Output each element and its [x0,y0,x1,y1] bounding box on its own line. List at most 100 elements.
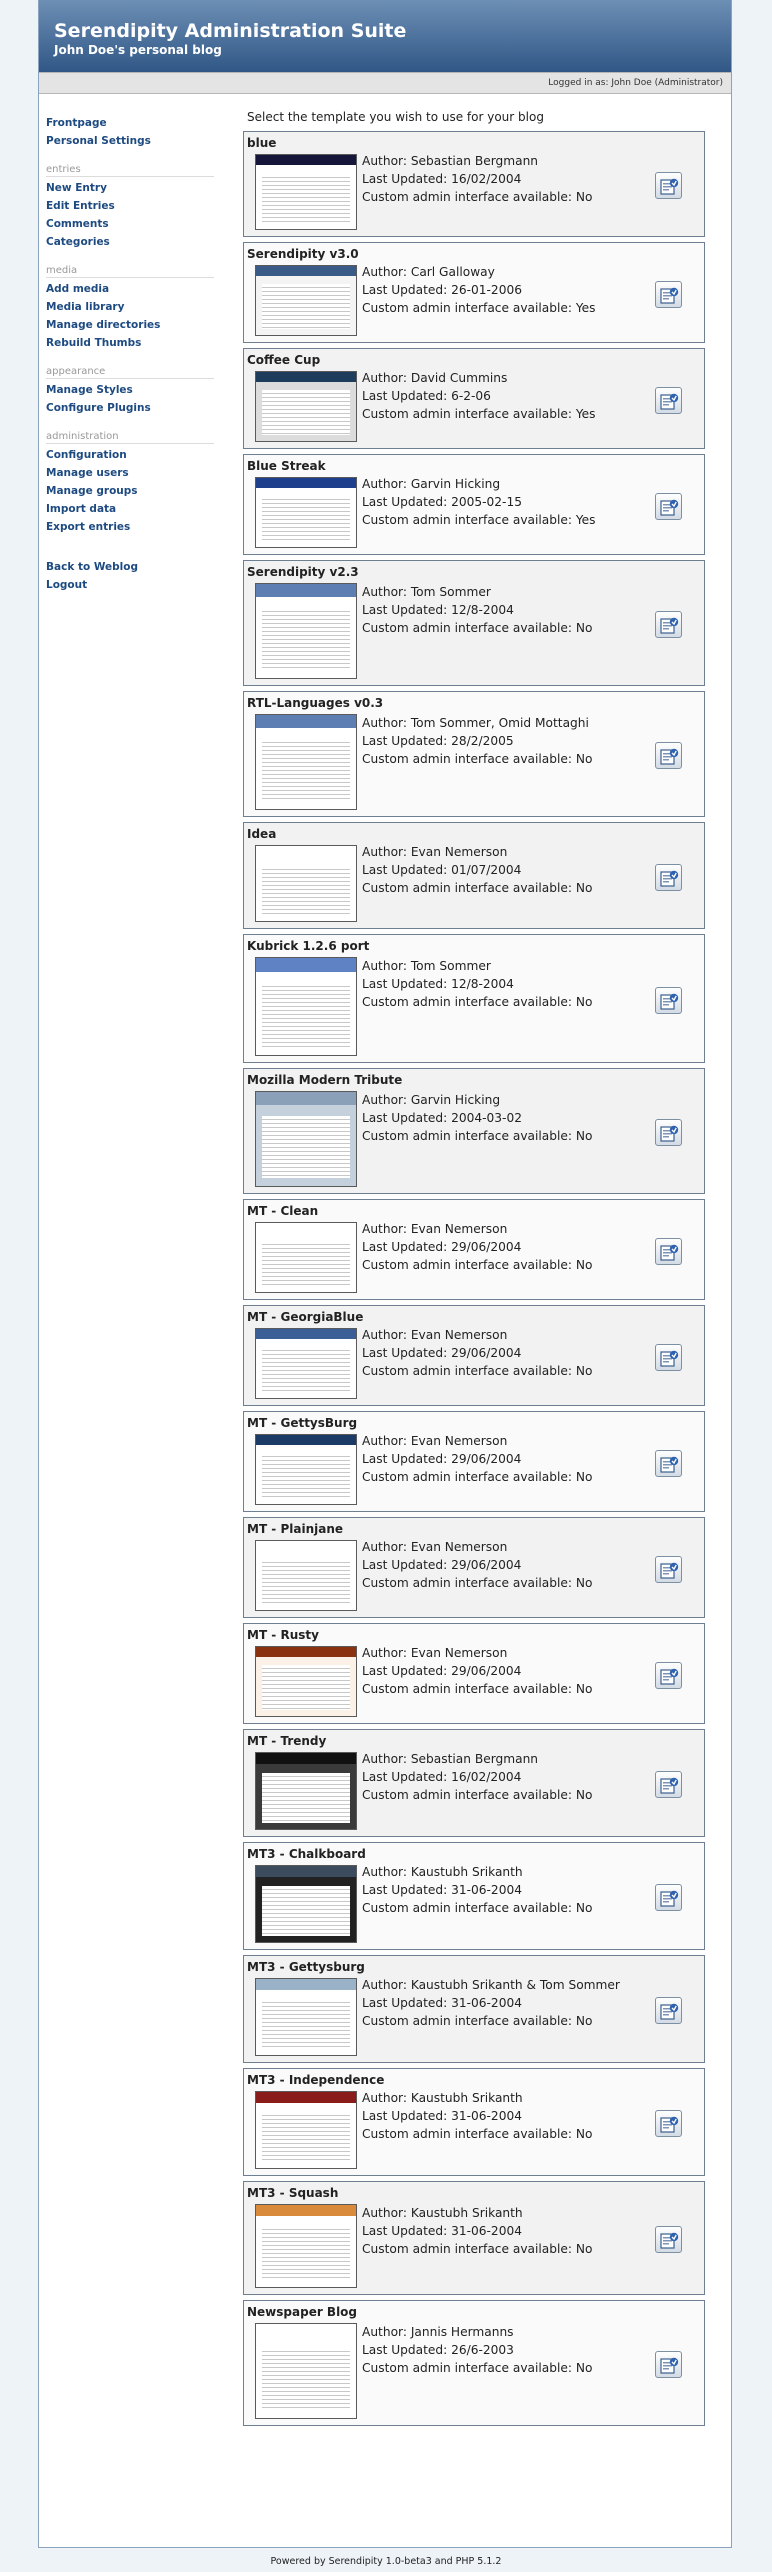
sidebar-item-manage-users[interactable]: Manage users [46,464,214,482]
template-info: Author: Carl Galloway Last Updated: 26-01… [362,263,596,317]
template-updated-line: Last Updated: 12/8-2004 [362,601,592,619]
template-name: MT3 - Independence [247,2073,385,2087]
install-template-icon [660,993,679,1010]
sidebar-item-new-entry[interactable]: New Entry [46,179,214,197]
sidebar-item-import-data[interactable]: Import data [46,500,214,518]
sidebar-item-export-entries[interactable]: Export entries [46,518,214,536]
template-author: Tom Sommer [410,959,491,973]
select-template-button[interactable] [655,1344,682,1371]
template-author-line: Author: Evan Nemerson [362,1644,592,1662]
select-template-button[interactable] [655,1119,682,1146]
sidebar-item-comments[interactable]: Comments [46,215,214,233]
template-info: Author: Kaustubh Srikanth Last Updated: 3… [362,1863,592,1917]
install-template-icon [660,287,679,304]
sidebar-item-manage-directories[interactable]: Manage directories [46,316,214,334]
sidebar-item-edit-entries[interactable]: Edit Entries [46,197,214,215]
template-author: Sebastian Bergmann [410,154,539,168]
template-author: Kaustubh Srikanth [410,1865,523,1879]
template-admin: No [575,1682,593,1696]
template-admin: Yes [575,513,596,527]
sidebar-item-rebuild-thumbs[interactable]: Rebuild Thumbs [46,334,214,352]
template-author-line: Author: Kaustubh Srikanth [362,2089,592,2107]
thumbnail-body [262,1772,350,1823]
sidebar-item-manage-groups[interactable]: Manage groups [46,482,214,500]
sidebar-item-categories[interactable]: Categories [46,233,214,251]
template-author-label: Author: [362,154,411,168]
template-author-line: Author: Evan Nemerson [362,843,592,861]
login-status: Logged in as: John Doe (Administrator) [548,78,723,88]
template-author: Kaustubh Srikanth [410,2206,523,2220]
select-template-button[interactable] [655,742,682,769]
template-updated-line: Last Updated: 31-06-2004 [362,2107,592,2125]
select-template-button[interactable] [655,864,682,891]
template-blue: blue Author: Sebastian Bergmann Last Updat… [243,131,705,237]
template-name: blue [247,136,277,150]
select-template-button[interactable] [655,2110,682,2137]
install-template-icon [660,617,679,634]
select-template-button[interactable] [655,611,682,638]
thumbnail-body [262,1664,350,1711]
sidebar-item-back-to-weblog[interactable]: Back to Weblog [46,558,214,576]
admin-frame: Serendipity Administration Suite John Do… [38,0,732,2548]
template-updated: 31-06-2004 [451,2109,522,2123]
template-info: Author: Tom Sommer Last Updated: 12/8-200… [362,957,592,1011]
install-template-icon [660,1562,679,1579]
select-template-button[interactable] [655,493,682,520]
install-template-icon [660,1668,679,1685]
template-author-line: Author: Kaustubh Srikanth & Tom Sommer [362,1976,620,1994]
template-updated-line: Last Updated: 2005-02-15 [362,493,596,511]
template-blue-streak: Blue Streak Author: Garvin Hicking Last Up… [243,454,705,555]
template-updated-label: Last Updated: [362,734,452,748]
select-template-button[interactable] [655,387,682,414]
template-author: Kaustubh Srikanth [410,2091,523,2105]
select-template-button[interactable] [655,1662,682,1689]
template-author-label: Author: [362,2325,411,2339]
template-updated-label: Last Updated: [362,2343,452,2357]
select-template-button[interactable] [655,1884,682,1911]
thumbnail-header [256,846,356,857]
select-template-button[interactable] [655,172,682,199]
select-template-button[interactable] [655,2351,682,2378]
select-template-button[interactable] [655,2226,682,2253]
select-template-button[interactable] [655,1450,682,1477]
select-template-button[interactable] [655,1238,682,1265]
select-template-button[interactable] [655,1771,682,1798]
template-admin-label: Custom admin interface available: [362,1364,576,1378]
template-info: Author: Garvin Hicking Last Updated: 2005… [362,475,596,529]
sidebar-item-configuration[interactable]: Configuration [46,446,214,464]
template-admin-line: Custom admin interface available: No [362,2359,592,2377]
template-name: MT - GeorgiaBlue [247,1310,364,1324]
template-admin: No [575,1258,593,1272]
template-author-label: Author: [362,959,411,973]
template-updated-line: Last Updated: 29/06/2004 [362,1450,592,1468]
template-admin-label: Custom admin interface available: [362,1901,576,1915]
sidebar-item-personal-settings[interactable]: Personal Settings [46,132,214,150]
template-author-line: Author: Evan Nemerson [362,1326,592,1344]
sidebar-item-frontpage[interactable]: Frontpage [46,114,214,132]
select-template-button[interactable] [655,987,682,1014]
template-author-label: Author: [362,477,411,491]
sidebar-item-logout[interactable]: Logout [46,576,214,594]
template-preview-thumbnail [255,371,357,442]
thumbnail-header [256,584,356,598]
template-admin-line: Custom admin interface available: No [362,2012,620,2030]
select-template-button[interactable] [655,1997,682,2024]
template-admin: No [575,1364,593,1378]
template-updated-label: Last Updated: [362,389,452,403]
template-updated-label: Last Updated: [362,863,452,877]
template-updated-label: Last Updated: [362,1883,452,1897]
template-updated-line: Last Updated: 01/07/2004 [362,861,592,879]
sidebar-item-configure-plugins[interactable]: Configure Plugins [46,399,214,417]
sidebar-item-media-library[interactable]: Media library [46,298,214,316]
sidebar-item-add-media[interactable]: Add media [46,280,214,298]
install-template-icon [660,2003,679,2020]
template-mt3-squash: MT3 - Squash Author: Kaustubh Srikanth Las… [243,2181,705,2295]
template-author: Garvin Hicking [410,477,501,491]
template-updated-line: Last Updated: 2004-03-02 [362,1109,592,1127]
template-name: Kubrick 1.2.6 port [247,939,370,953]
sidebar-item-manage-styles[interactable]: Manage Styles [46,381,214,399]
select-template-button[interactable] [655,1556,682,1583]
template-updated: 26/6-2003 [451,2343,514,2357]
select-template-button[interactable] [655,281,682,308]
